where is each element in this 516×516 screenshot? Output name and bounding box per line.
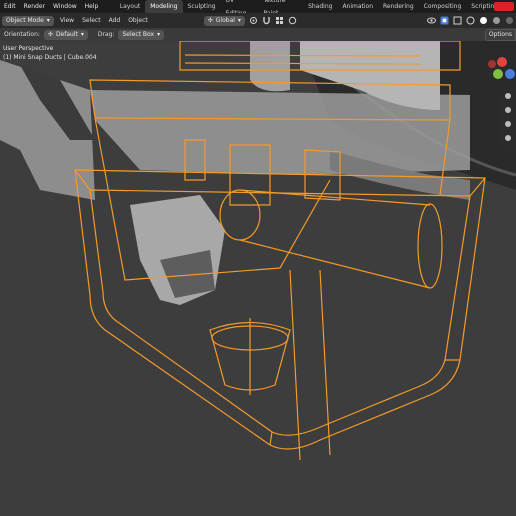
chevron-down-icon: ▾ (80, 30, 84, 38)
transform-orientation-dropdown[interactable]: ✣ Global ▾ (203, 15, 245, 26)
overlay-icon[interactable] (440, 16, 449, 25)
menu-select[interactable]: Select (78, 13, 105, 28)
menu-help[interactable]: Help (81, 0, 103, 13)
drag-value: Select Box (122, 30, 155, 38)
eye-icon[interactable] (427, 16, 436, 25)
viewport-header: Object Mode ▾ View Select Add Object ✣ G… (0, 13, 516, 28)
nav-buttons[interactable] (500, 86, 516, 156)
drag-dropdown[interactable]: Select Box ▾ (118, 29, 165, 40)
menu-add[interactable]: Add (105, 13, 125, 28)
mode-label: Object Mode (6, 16, 44, 24)
menu-window[interactable]: Window (49, 0, 81, 13)
pivot-icon[interactable] (249, 16, 258, 25)
chevron-down-icon: ▾ (237, 16, 241, 24)
scene-indicator[interactable] (494, 2, 514, 11)
chevron-down-icon: ▾ (46, 16, 50, 24)
viewport-scene[interactable] (0, 0, 516, 516)
orientation-value: Default (55, 30, 78, 38)
dark-housing (298, 39, 516, 190)
topbar-right (494, 0, 516, 13)
axis-gizmo-icon[interactable] (488, 57, 515, 79)
material-shading-icon[interactable] (492, 16, 501, 25)
wireframe-shading-icon[interactable] (466, 16, 475, 25)
orientation-dropdown[interactable]: ✣ Default ▾ (43, 29, 88, 40)
tab-rendering[interactable]: Rendering (378, 0, 419, 13)
tab-sculpting[interactable]: Sculpting (183, 0, 221, 13)
menu-object[interactable]: Object (124, 13, 152, 28)
magnet-icon[interactable] (262, 16, 271, 25)
snap-grid-icon[interactable] (275, 16, 284, 25)
shading-sphere-icon[interactable] (479, 16, 488, 25)
options-button[interactable]: Options (484, 29, 516, 41)
menu-render[interactable]: Render (20, 0, 49, 13)
orientation-label: Orientation: (4, 31, 40, 38)
perspective-label: User Perspective (3, 45, 54, 52)
axes-icon: ✣ (47, 30, 53, 38)
mode-dropdown[interactable]: Object Mode ▾ (2, 15, 54, 26)
selection-label: (1) Mini Snap Ducts | Cube.004 (3, 54, 97, 61)
render-shading-icon[interactable] (505, 16, 514, 25)
tab-animation[interactable]: Animation (337, 0, 378, 13)
tab-shading[interactable]: Shading (303, 0, 337, 13)
tab-modeling[interactable]: Modeling (145, 0, 183, 13)
axes-icon: ✣ (207, 16, 213, 24)
top-bar: Edit Render Window Help Layout Modeling … (0, 0, 516, 17)
options-label: Options (488, 31, 512, 38)
wireframe-selection (74, 40, 486, 461)
chevron-down-icon: ▾ (157, 30, 161, 38)
xray-icon[interactable] (453, 16, 462, 25)
solid-parts (0, 41, 470, 305)
tool-header: Orientation: ✣ Default ▾ Drag: Select Bo… (0, 28, 516, 41)
viewport-info: User Perspective (1) Mini Snap Ducts | C… (3, 44, 97, 62)
circle-icon[interactable] (288, 16, 297, 25)
viewport-background (0, 41, 516, 516)
tab-layout[interactable]: Layout (115, 0, 145, 13)
menu-view[interactable]: View (56, 13, 78, 28)
menu-edit[interactable]: Edit (0, 0, 20, 13)
orientation-label: Global (215, 16, 235, 24)
drag-label: Drag: (97, 31, 115, 38)
tab-compositing[interactable]: Compositing (419, 0, 467, 13)
